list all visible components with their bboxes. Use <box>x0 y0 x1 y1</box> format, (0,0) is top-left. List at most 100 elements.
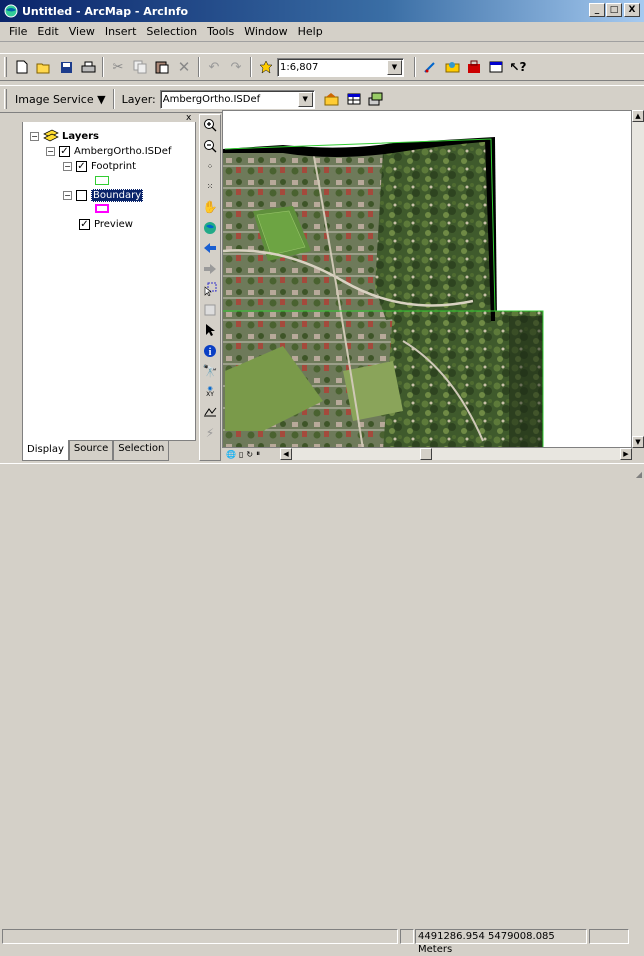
fixed-zoom-in-icon[interactable]: ⁘ <box>200 156 220 177</box>
fixed-zoom-out-icon[interactable]: ⁙ <box>200 177 220 198</box>
menu-edit[interactable]: Edit <box>32 25 63 38</box>
pause-drawing-icon[interactable]: ⏸ <box>256 449 260 459</box>
command-line-icon[interactable] <box>485 56 507 78</box>
chevron-down-icon[interactable]: ▼ <box>297 91 313 107</box>
minimize-button[interactable]: _ <box>589 3 605 17</box>
toc-close-button[interactable]: x <box>186 114 191 123</box>
layer-select[interactable]: AmbergOrtho.ISDef ▼ <box>159 89 315 109</box>
print-icon[interactable] <box>77 56 99 78</box>
identify-info-icon[interactable]: i <box>200 341 220 362</box>
collapse-icon[interactable]: − <box>30 131 39 141</box>
preview-label: Preview <box>94 219 133 230</box>
footprint-label: Footprint <box>91 161 137 172</box>
zoom-in-icon[interactable] <box>200 115 220 136</box>
orthophoto-map[interactable] <box>223 111 632 448</box>
select-features-icon[interactable] <box>200 279 220 300</box>
redo-icon[interactable]: ↷ <box>225 56 247 78</box>
copy-icon[interactable] <box>129 56 151 78</box>
forward-extent-arrow-icon[interactable] <box>200 259 220 280</box>
tab-selection[interactable]: Selection <box>113 441 170 461</box>
back-extent-arrow-icon[interactable] <box>200 238 220 259</box>
toc-row-preview[interactable]: ✓ Preview <box>79 219 133 230</box>
toc-row-layer[interactable]: − ✓ AmbergOrtho.ISDef <box>46 146 171 157</box>
tools-toolbar: ⁘ ⁙ ✋ i 🔭 ◉ XY ⚡ <box>199 114 221 461</box>
delete-icon[interactable]: ✕ <box>173 56 195 78</box>
scroll-left-icon[interactable]: ◀ <box>280 448 292 460</box>
editor-toolbar-icon[interactable] <box>419 56 441 78</box>
clear-selection-icon[interactable] <box>200 300 220 321</box>
paste-icon[interactable] <box>151 56 173 78</box>
whats-this-help-icon[interactable]: ↖? <box>507 56 529 78</box>
map-scale-value: 1:6,807 <box>280 61 319 73</box>
resize-grip-icon[interactable]: ◢ <box>636 470 642 479</box>
image-table-icon[interactable] <box>343 88 365 110</box>
toc-row-layers[interactable]: − Layers <box>30 129 99 143</box>
chevron-down-icon[interactable]: ▼ <box>387 59 402 75</box>
scroll-right-icon[interactable]: ▶ <box>620 448 632 460</box>
data-view-icon[interactable]: 🌐 <box>226 450 236 459</box>
arctoolbox-icon[interactable] <box>463 56 485 78</box>
toc-row-footprint[interactable]: − ✓ Footprint <box>63 161 136 172</box>
maximize-button[interactable]: □ <box>606 3 622 17</box>
collapse-icon[interactable]: − <box>46 147 55 156</box>
open-folder-icon[interactable] <box>33 56 55 78</box>
image-export-icon[interactable] <box>365 88 387 110</box>
tab-display[interactable]: Display <box>22 440 69 461</box>
menu-selection[interactable]: Selection <box>141 25 202 38</box>
pan-hand-icon[interactable]: ✋ <box>200 197 220 218</box>
menu-help[interactable]: Help <box>293 25 328 38</box>
boundary-symbol[interactable] <box>95 204 109 213</box>
arcmap-window: Untitled - ArcMap - ArcInfo _ □ X File E… <box>0 0 644 955</box>
menu-tools[interactable]: Tools <box>202 25 239 38</box>
map-scale-combo[interactable]: 1:6,807 ▼ <box>277 57 404 77</box>
cut-icon[interactable]: ✂ <box>107 56 129 78</box>
close-button[interactable]: X <box>624 3 640 17</box>
menu-view[interactable]: View <box>64 25 100 38</box>
save-icon[interactable] <box>55 56 77 78</box>
add-data-icon[interactable] <box>255 56 277 78</box>
scroll-up-icon[interactable]: ▲ <box>632 110 644 122</box>
window-title: Untitled - ArcMap - ArcInfo <box>22 4 189 18</box>
globe-icon <box>4 4 18 18</box>
scroll-thumb[interactable] <box>420 448 432 460</box>
menu-window[interactable]: Window <box>239 25 292 38</box>
hyperlink-lightning-icon[interactable]: ⚡ <box>200 423 220 444</box>
arccatalog-icon[interactable] <box>441 56 463 78</box>
layer-label: Layer: <box>121 92 156 106</box>
find-binoculars-icon[interactable]: 🔭 <box>200 361 220 382</box>
image-service-menu[interactable]: Image Service ▼ <box>15 93 106 106</box>
layer-visibility-checkbox[interactable]: ✓ <box>59 146 70 157</box>
vertical-scrollbar[interactable]: ▲ ▼ <box>632 110 644 448</box>
tab-source[interactable]: Source <box>68 441 114 461</box>
go-to-xy-icon[interactable]: ◉ XY <box>200 382 220 403</box>
undo-icon[interactable]: ↶ <box>203 56 225 78</box>
new-document-icon[interactable] <box>11 56 33 78</box>
map-view-buttons: 🌐 ▯ ↻ ⏸ <box>222 448 280 460</box>
horizontal-scrollbar[interactable]: ◀ ▶ <box>280 448 632 460</box>
zoom-out-icon[interactable] <box>200 136 220 157</box>
scroll-down-icon[interactable]: ▼ <box>632 436 644 448</box>
footprint-checkbox[interactable]: ✓ <box>76 161 87 172</box>
toc-root-label: Layers <box>62 130 99 142</box>
footprint-symbol[interactable] <box>95 176 109 185</box>
toc-row-boundary[interactable]: − Boundary <box>63 189 144 202</box>
toolbar-grip[interactable] <box>4 57 7 77</box>
select-elements-pointer-icon[interactable] <box>200 320 220 341</box>
status-spacer-panel <box>400 929 414 944</box>
collapse-icon[interactable]: − <box>63 162 72 171</box>
boundary-checkbox[interactable] <box>76 190 87 201</box>
measure-icon[interactable] <box>200 402 220 423</box>
full-extent-globe-icon[interactable] <box>200 218 220 239</box>
refresh-icon[interactable]: ↻ <box>246 450 253 459</box>
layout-view-icon[interactable]: ▯ <box>239 450 243 459</box>
toc-tabs: Display Source Selection <box>22 440 170 461</box>
status-bar: 4491286.954 5479008.085 Meters ◢ <box>0 463 644 955</box>
map-display[interactable] <box>222 110 632 448</box>
toolbar-grip[interactable] <box>4 89 7 109</box>
menu-insert[interactable]: Insert <box>100 25 142 38</box>
menu-file[interactable]: File <box>4 25 32 38</box>
preview-checkbox[interactable]: ✓ <box>79 219 90 230</box>
image-service-properties-icon[interactable] <box>321 88 343 110</box>
collapse-icon[interactable]: − <box>63 191 72 200</box>
image-service-toolbar: Image Service ▼ Layer: AmbergOrtho.ISDef… <box>0 85 644 113</box>
